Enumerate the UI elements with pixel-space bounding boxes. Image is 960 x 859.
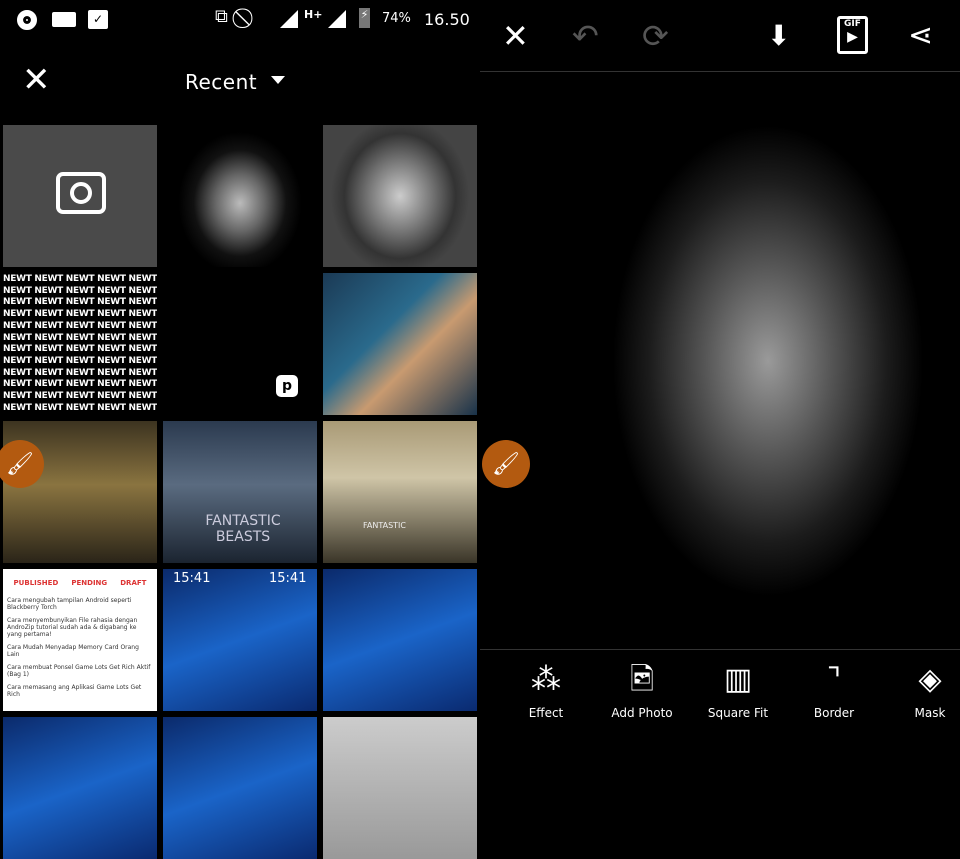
thumb-text: NEWT NEWT NEWT NEWT NEWT NEWT (3, 367, 157, 378)
photo-thumbnail[interactable]: FANTASTIC BEASTS (163, 421, 317, 563)
tools-bar: ⁂ Effect 🖻 Add Photo ▥ Square Fit ⌝ Border ◈… (480, 649, 960, 800)
thumb-text: NEWT NEWT NEWT NEWT NEWT NEWT (3, 309, 157, 320)
thumb-text: NEWT NEWT NEWT NEWT NEWT NEWT (3, 391, 157, 402)
photo-thumbnail[interactable] (323, 569, 477, 711)
thumb-text: 15:41 (269, 571, 307, 586)
border-icon: ⌝ (826, 662, 842, 697)
tool-label: Effect (528, 706, 564, 720)
signal-icon (280, 10, 298, 28)
magic-wand-icon: ⁂ (531, 662, 561, 697)
tool-label: Border (813, 706, 855, 720)
brush-icon: 🖌 (492, 451, 520, 477)
thumb-text: NEWT NEWT NEWT NEWT NEWT NEWT (3, 379, 157, 390)
thumb-text: NEWT NEWT NEWT NEWT NEWT NEWT (3, 332, 157, 343)
thumb-text: NEWT NEWT NEWT NEWT NEWT NEWT (3, 402, 157, 413)
square-fit-icon: ▥ (723, 662, 753, 697)
thumb-text: Cara mengubah tampilan Android seperti B… (7, 597, 132, 611)
status-bar: ✓ ⧉ ⃠ H+ ⚡ 74% 16.50 (0, 0, 480, 40)
thumb-text: FANTASTIC (363, 521, 406, 530)
chevron-down-icon[interactable] (271, 76, 285, 84)
network-type: H+ (304, 8, 323, 21)
video-icon (52, 12, 76, 27)
gallery-panel: ✓ ⧉ ⃠ H+ ⚡ 74% 16.50 ✕ Recent NEWT NEWT … (0, 0, 480, 859)
thumb-text: NEWT NEWT NEWT NEWT NEWT NEWT (3, 355, 157, 366)
tool-add-photo[interactable]: 🖻 Add Photo (594, 658, 690, 720)
download-button[interactable]: ⬇ (767, 18, 790, 54)
photo-thumbnail[interactable] (163, 717, 317, 859)
add-photo-icon: 🖻 (629, 662, 655, 697)
photo-thumbnail[interactable]: PUBLISHED PENDING DRAFT Cara mengubah tamp… (3, 569, 157, 711)
photo-thumbnail[interactable] (323, 273, 477, 415)
thumb-text: Cara menyembunyikan File rahasia dengan … (7, 617, 138, 638)
battery-level: 74% (382, 11, 411, 26)
tool-label: Mask (914, 706, 946, 720)
thumb-text: NEWT NEWT NEWT NEWT NEWT NEWT (3, 274, 157, 284)
edit-brush-button[interactable]: 🖌 (482, 440, 530, 488)
clock: 16.50 (424, 10, 470, 29)
album-selector[interactable]: Recent (185, 70, 257, 94)
tool-effect[interactable]: ⁂ Effect (498, 658, 594, 720)
camera-icon (56, 172, 106, 214)
signal-icon-2 (328, 10, 346, 28)
record-icon (17, 10, 37, 30)
thumb-text: NEWT NEWT NEWT NEWT NEWT NEWT (3, 285, 157, 296)
photo-thumbnail[interactable]: p (163, 273, 317, 415)
editor-toolbar: ✕ ↶ ⟳ ⬇ GIF ▶ ⋖ (480, 0, 960, 72)
thumb-text: Cara memasang ang Aplikasi Game Lots Get… (7, 684, 142, 698)
camera-tile[interactable] (3, 125, 157, 267)
close-button[interactable]: ✕ (502, 18, 529, 54)
picsart-logo-icon: p (276, 375, 298, 397)
thumb-text: DRAFT (120, 579, 147, 587)
photo-thumbnail[interactable]: 15:41 15:41 (163, 569, 317, 711)
thumb-text: Cara Mudah Menyadap Memory Card Orang La… (7, 644, 139, 658)
close-button[interactable]: ✕ (22, 63, 52, 97)
thumb-text: Cara membuat Ponsel Game Lots Get Rich A… (7, 664, 151, 678)
tool-mask[interactable]: ◈ Mask (882, 658, 960, 720)
play-icon: ▶ (847, 29, 858, 45)
editing-canvas[interactable] (480, 73, 960, 649)
undo-button[interactable]: ↶ (572, 18, 599, 54)
thumb-text: PUBLISHED (13, 579, 59, 587)
thumb-text: PENDING (71, 579, 108, 587)
thumb-text: 15:41 (173, 571, 211, 586)
gif-button[interactable]: GIF ▶ (837, 16, 868, 54)
photo-thumbnail[interactable] (3, 717, 157, 859)
brush-icon: 🖌 (6, 451, 34, 477)
tool-label: Square Fit (707, 706, 769, 720)
thumb-text: NEWT NEWT NEWT NEWT NEWT NEWT (3, 344, 157, 355)
photo-thumbnail[interactable]: FANTASTIC (323, 421, 477, 563)
battery-charging-icon: ⚡ (359, 8, 370, 28)
share-button[interactable]: ⋖ (908, 18, 933, 54)
tool-border[interactable]: ⌝ Border (786, 658, 882, 720)
thumb-text: FANTASTIC BEASTS (205, 513, 281, 545)
redo-button[interactable]: ⟳ (642, 18, 669, 54)
thumb-text: NEWT NEWT NEWT NEWT NEWT NEWT (3, 297, 157, 308)
photo-thumbnail[interactable]: NEWT NEWT NEWT NEWT NEWT NEWT NEWT NEWT N… (3, 273, 157, 415)
thumb-text: NEWT NEWT NEWT NEWT NEWT NEWT (3, 320, 157, 331)
photo-thumbnail[interactable] (323, 125, 477, 267)
photo-thumbnail[interactable] (323, 717, 477, 859)
tool-label: Add Photo (611, 706, 673, 720)
tool-square-fit[interactable]: ▥ Square Fit (690, 658, 786, 720)
photo-thumbnail[interactable] (163, 125, 317, 267)
gif-label: GIF (844, 19, 861, 29)
cast-icon: ⧉ (215, 6, 228, 27)
clipboard-check-icon: ✓ (88, 10, 108, 29)
editor-panel: ✕ ↶ ⟳ ⬇ GIF ▶ ⋖ 🖌 ⁂ Effect 🖻 Add Photo ▥ Squ… (480, 0, 960, 800)
mask-icon: ◈ (918, 662, 942, 697)
